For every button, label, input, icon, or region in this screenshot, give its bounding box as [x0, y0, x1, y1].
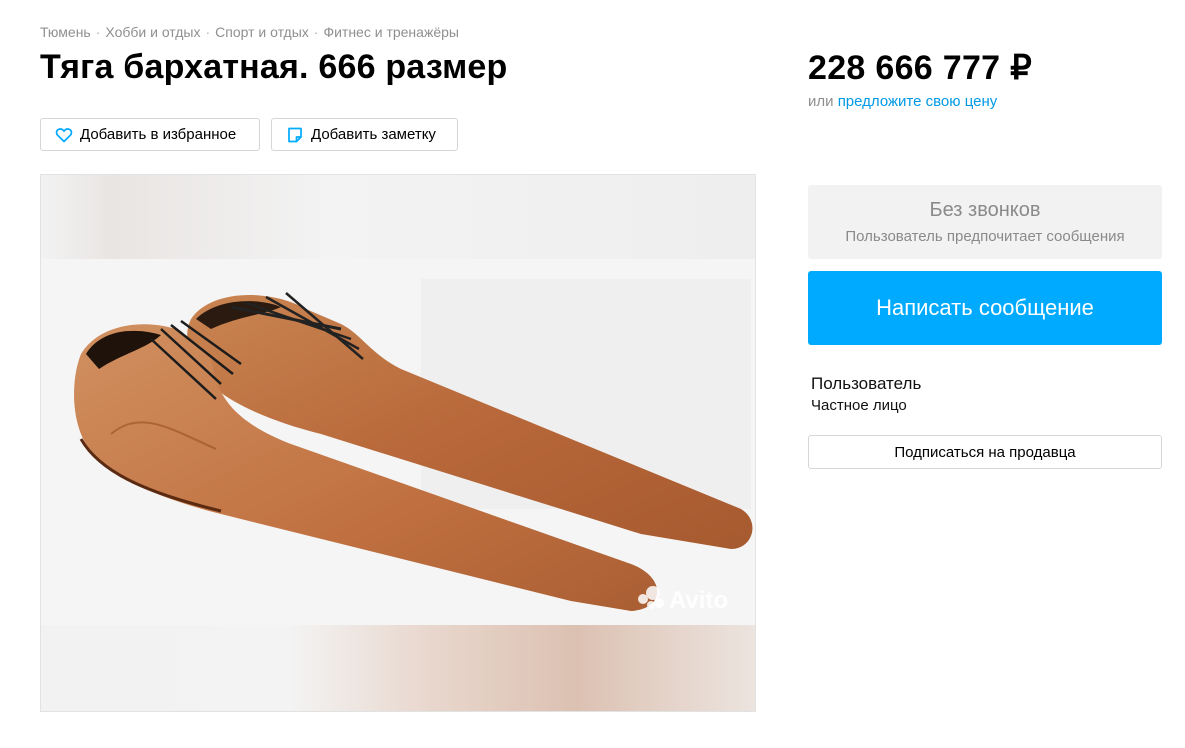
breadcrumb-separator: · — [95, 24, 101, 40]
breadcrumb-item-city[interactable]: Тюмень — [40, 24, 91, 40]
price-offer: или предложите свою цену — [808, 93, 997, 110]
listing-price: 228 666 777 ₽ — [808, 49, 1033, 87]
no-calls-notice: Без звонков Пользователь предпочитает со… — [808, 185, 1162, 259]
breadcrumb-item-sport[interactable]: Спорт и отдых — [215, 24, 309, 40]
breadcrumb-item-hobby[interactable]: Хобби и отдых — [105, 24, 200, 40]
photo-gallery[interactable]: Avito — [40, 174, 756, 712]
gallery-blur-top — [41, 175, 755, 259]
breadcrumb: Тюмень · Хобби и отдых · Спорт и отдых · Фитне… — [40, 24, 459, 40]
avito-watermark: Avito — [669, 587, 728, 614]
offer-price-link[interactable]: предложите свою цену — [838, 93, 998, 110]
breadcrumb-item-fitness[interactable]: Фитнес и тренажёры — [323, 24, 459, 40]
breadcrumb-separator: · — [313, 24, 319, 40]
offer-prefix: или — [808, 93, 834, 110]
add-note-label: Добавить заметку — [311, 126, 436, 143]
listing-photo: Avito — [41, 259, 755, 629]
heart-icon — [55, 126, 73, 144]
page-title: Тяга бархатная. 666 размер — [40, 48, 508, 86]
seller-type: Частное лицо — [811, 397, 907, 414]
add-note-button[interactable]: Добавить заметку — [271, 118, 458, 151]
add-to-favorites-button[interactable]: Добавить в избранное — [40, 118, 260, 151]
add-to-favorites-label: Добавить в избранное — [80, 126, 237, 143]
breadcrumb-separator: · — [205, 24, 211, 40]
gallery-blur-bottom — [41, 625, 755, 711]
subscribe-seller-button[interactable]: Подписаться на продавца — [808, 435, 1162, 469]
note-icon — [286, 126, 304, 144]
write-message-button[interactable]: Написать сообщение — [808, 271, 1162, 345]
seller-name[interactable]: Пользователь — [811, 374, 921, 394]
no-calls-subtitle: Пользователь предпочитает сообщения — [845, 228, 1125, 245]
no-calls-title: Без звонков — [929, 199, 1041, 221]
